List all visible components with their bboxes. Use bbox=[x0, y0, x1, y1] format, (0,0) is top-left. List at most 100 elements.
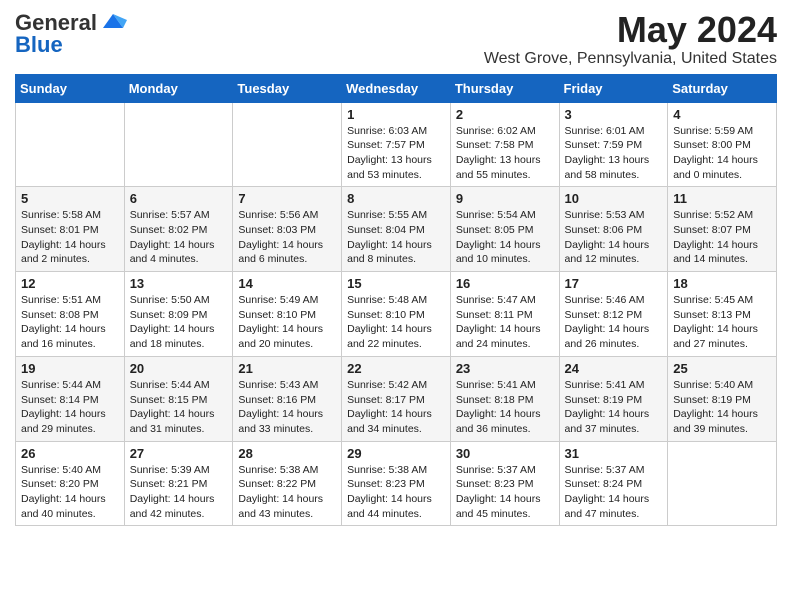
calendar-cell: 10Sunrise: 5:53 AM Sunset: 8:06 PM Dayli… bbox=[559, 187, 668, 272]
calendar-cell bbox=[124, 102, 233, 187]
day-content: Sunrise: 5:45 AM Sunset: 8:13 PM Dayligh… bbox=[673, 293, 771, 352]
calendar-cell: 17 Sunrise: 5:46 AM Sunset: 8:12 PM Dayli… bbox=[559, 272, 668, 357]
calendar-cell: 7Sunrise: 5:56 AM Sunset: 8:03 PM Daylig… bbox=[233, 187, 342, 272]
day-content: Sunrise: 5:59 AM Sunset: 8:00 PM Dayligh… bbox=[673, 124, 771, 183]
day-content: Sunrise: 5:44 AM Sunset: 8:15 PM Dayligh… bbox=[130, 378, 228, 437]
day-number: 18 bbox=[673, 276, 771, 291]
calendar-cell: 14 Sunrise: 5:49 AM Sunset: 8:10 PM Dayli… bbox=[233, 272, 342, 357]
day-content: Sunrise: 6:01 AM Sunset: 7:59 PM Dayligh… bbox=[565, 124, 663, 183]
day-content: Sunrise: 5:48 AM Sunset: 8:10 PM Dayligh… bbox=[347, 293, 445, 352]
day-number: 2 bbox=[456, 107, 554, 122]
calendar-cell: 31 Sunrise: 5:37 AM Sunset: 8:24 PM Dayli… bbox=[559, 441, 668, 526]
day-number: 31 bbox=[565, 446, 663, 461]
day-content: Sunrise: 5:37 AM Sunset: 8:23 PM Dayligh… bbox=[456, 463, 554, 522]
calendar-cell bbox=[668, 441, 777, 526]
day-number: 7 bbox=[238, 191, 336, 206]
day-number: 16 bbox=[456, 276, 554, 291]
calendar-cell: 28 Sunrise: 5:38 AM Sunset: 8:22 PM Dayli… bbox=[233, 441, 342, 526]
header-wednesday: Wednesday bbox=[342, 74, 451, 102]
calendar-cell: 11Sunrise: 5:52 AM Sunset: 8:07 PM Dayli… bbox=[668, 187, 777, 272]
calendar-week-row: 5Sunrise: 5:58 AM Sunset: 8:01 PM Daylig… bbox=[16, 187, 777, 272]
day-number: 11 bbox=[673, 191, 771, 206]
calendar-cell: 13Sunrise: 5:50 AM Sunset: 8:09 PM Dayli… bbox=[124, 272, 233, 357]
calendar-week-row: 26 Sunrise: 5:40 AM Sunset: 8:20 PM Dayli… bbox=[16, 441, 777, 526]
day-number: 19 bbox=[21, 361, 119, 376]
page-header: General Blue May 2024 West Grove, Pennsy… bbox=[15, 10, 777, 68]
day-content: Sunrise: 5:53 AM Sunset: 8:06 PM Dayligh… bbox=[565, 208, 663, 267]
day-content: Sunrise: 5:54 AM Sunset: 8:05 PM Dayligh… bbox=[456, 208, 554, 267]
calendar-cell: 3 Sunrise: 6:01 AM Sunset: 7:59 PM Daylig… bbox=[559, 102, 668, 187]
day-number: 15 bbox=[347, 276, 445, 291]
calendar-week-row: 19 Sunrise: 5:44 AM Sunset: 8:14 PM Dayli… bbox=[16, 356, 777, 441]
day-number: 6 bbox=[130, 191, 228, 206]
day-content: Sunrise: 5:38 AM Sunset: 8:22 PM Dayligh… bbox=[238, 463, 336, 522]
calendar-cell: 29Sunrise: 5:38 AM Sunset: 8:23 PM Dayli… bbox=[342, 441, 451, 526]
calendar-cell: 15 Sunrise: 5:48 AM Sunset: 8:10 PM Dayli… bbox=[342, 272, 451, 357]
calendar-cell: 9 Sunrise: 5:54 AM Sunset: 8:05 PM Daylig… bbox=[450, 187, 559, 272]
day-number: 28 bbox=[238, 446, 336, 461]
day-number: 26 bbox=[21, 446, 119, 461]
calendar-week-row: 12 Sunrise: 5:51 AM Sunset: 8:08 PM Dayli… bbox=[16, 272, 777, 357]
calendar-header-row: SundayMondayTuesdayWednesdayThursdayFrid… bbox=[16, 74, 777, 102]
day-content: Sunrise: 5:40 AM Sunset: 8:20 PM Dayligh… bbox=[21, 463, 119, 522]
logo-blue: Blue bbox=[15, 32, 63, 58]
day-content: Sunrise: 5:50 AM Sunset: 8:09 PM Dayligh… bbox=[130, 293, 228, 352]
day-content: Sunrise: 5:37 AM Sunset: 8:24 PM Dayligh… bbox=[565, 463, 663, 522]
day-number: 23 bbox=[456, 361, 554, 376]
calendar-cell: 26 Sunrise: 5:40 AM Sunset: 8:20 PM Dayli… bbox=[16, 441, 125, 526]
calendar-week-row: 1Sunrise: 6:03 AM Sunset: 7:57 PM Daylig… bbox=[16, 102, 777, 187]
calendar-cell: 1Sunrise: 6:03 AM Sunset: 7:57 PM Daylig… bbox=[342, 102, 451, 187]
day-number: 24 bbox=[565, 361, 663, 376]
calendar-cell: 19 Sunrise: 5:44 AM Sunset: 8:14 PM Dayli… bbox=[16, 356, 125, 441]
header-monday: Monday bbox=[124, 74, 233, 102]
calendar-cell: 6Sunrise: 5:57 AM Sunset: 8:02 PM Daylig… bbox=[124, 187, 233, 272]
day-content: Sunrise: 6:02 AM Sunset: 7:58 PM Dayligh… bbox=[456, 124, 554, 183]
calendar-cell: 8Sunrise: 5:55 AM Sunset: 8:04 PM Daylig… bbox=[342, 187, 451, 272]
day-number: 21 bbox=[238, 361, 336, 376]
calendar-cell: 22Sunrise: 5:42 AM Sunset: 8:17 PM Dayli… bbox=[342, 356, 451, 441]
month-year-title: May 2024 bbox=[484, 10, 777, 50]
day-content: Sunrise: 6:03 AM Sunset: 7:57 PM Dayligh… bbox=[347, 124, 445, 183]
day-content: Sunrise: 5:49 AM Sunset: 8:10 PM Dayligh… bbox=[238, 293, 336, 352]
day-number: 20 bbox=[130, 361, 228, 376]
day-content: Sunrise: 5:44 AM Sunset: 8:14 PM Dayligh… bbox=[21, 378, 119, 437]
logo-icon bbox=[99, 10, 127, 32]
day-content: Sunrise: 5:46 AM Sunset: 8:12 PM Dayligh… bbox=[565, 293, 663, 352]
calendar-cell: 21 Sunrise: 5:43 AM Sunset: 8:16 PM Dayli… bbox=[233, 356, 342, 441]
calendar-cell: 2 Sunrise: 6:02 AM Sunset: 7:58 PM Daylig… bbox=[450, 102, 559, 187]
calendar-cell: 23 Sunrise: 5:41 AM Sunset: 8:18 PM Dayli… bbox=[450, 356, 559, 441]
day-number: 4 bbox=[673, 107, 771, 122]
logo: General Blue bbox=[15, 10, 127, 58]
day-number: 8 bbox=[347, 191, 445, 206]
header-saturday: Saturday bbox=[668, 74, 777, 102]
day-number: 3 bbox=[565, 107, 663, 122]
header-friday: Friday bbox=[559, 74, 668, 102]
calendar-cell: 18 Sunrise: 5:45 AM Sunset: 8:13 PM Dayli… bbox=[668, 272, 777, 357]
day-content: Sunrise: 5:41 AM Sunset: 8:19 PM Dayligh… bbox=[565, 378, 663, 437]
calendar-cell: 27 Sunrise: 5:39 AM Sunset: 8:21 PM Dayli… bbox=[124, 441, 233, 526]
day-number: 12 bbox=[21, 276, 119, 291]
day-number: 25 bbox=[673, 361, 771, 376]
day-content: Sunrise: 5:40 AM Sunset: 8:19 PM Dayligh… bbox=[673, 378, 771, 437]
day-number: 14 bbox=[238, 276, 336, 291]
day-content: Sunrise: 5:42 AM Sunset: 8:17 PM Dayligh… bbox=[347, 378, 445, 437]
day-content: Sunrise: 5:41 AM Sunset: 8:18 PM Dayligh… bbox=[456, 378, 554, 437]
day-content: Sunrise: 5:51 AM Sunset: 8:08 PM Dayligh… bbox=[21, 293, 119, 352]
day-number: 27 bbox=[130, 446, 228, 461]
header-thursday: Thursday bbox=[450, 74, 559, 102]
calendar-cell bbox=[16, 102, 125, 187]
location-subtitle: West Grove, Pennsylvania, United States bbox=[484, 50, 777, 68]
day-number: 5 bbox=[21, 191, 119, 206]
day-number: 9 bbox=[456, 191, 554, 206]
day-content: Sunrise: 5:38 AM Sunset: 8:23 PM Dayligh… bbox=[347, 463, 445, 522]
calendar-cell: 24 Sunrise: 5:41 AM Sunset: 8:19 PM Dayli… bbox=[559, 356, 668, 441]
day-number: 17 bbox=[565, 276, 663, 291]
calendar-cell: 4 Sunrise: 5:59 AM Sunset: 8:00 PM Daylig… bbox=[668, 102, 777, 187]
calendar-cell: 30 Sunrise: 5:37 AM Sunset: 8:23 PM Dayli… bbox=[450, 441, 559, 526]
header-tuesday: Tuesday bbox=[233, 74, 342, 102]
calendar-cell: 5Sunrise: 5:58 AM Sunset: 8:01 PM Daylig… bbox=[16, 187, 125, 272]
day-content: Sunrise: 5:39 AM Sunset: 8:21 PM Dayligh… bbox=[130, 463, 228, 522]
day-content: Sunrise: 5:43 AM Sunset: 8:16 PM Dayligh… bbox=[238, 378, 336, 437]
calendar-cell: 16Sunrise: 5:47 AM Sunset: 8:11 PM Dayli… bbox=[450, 272, 559, 357]
day-number: 30 bbox=[456, 446, 554, 461]
